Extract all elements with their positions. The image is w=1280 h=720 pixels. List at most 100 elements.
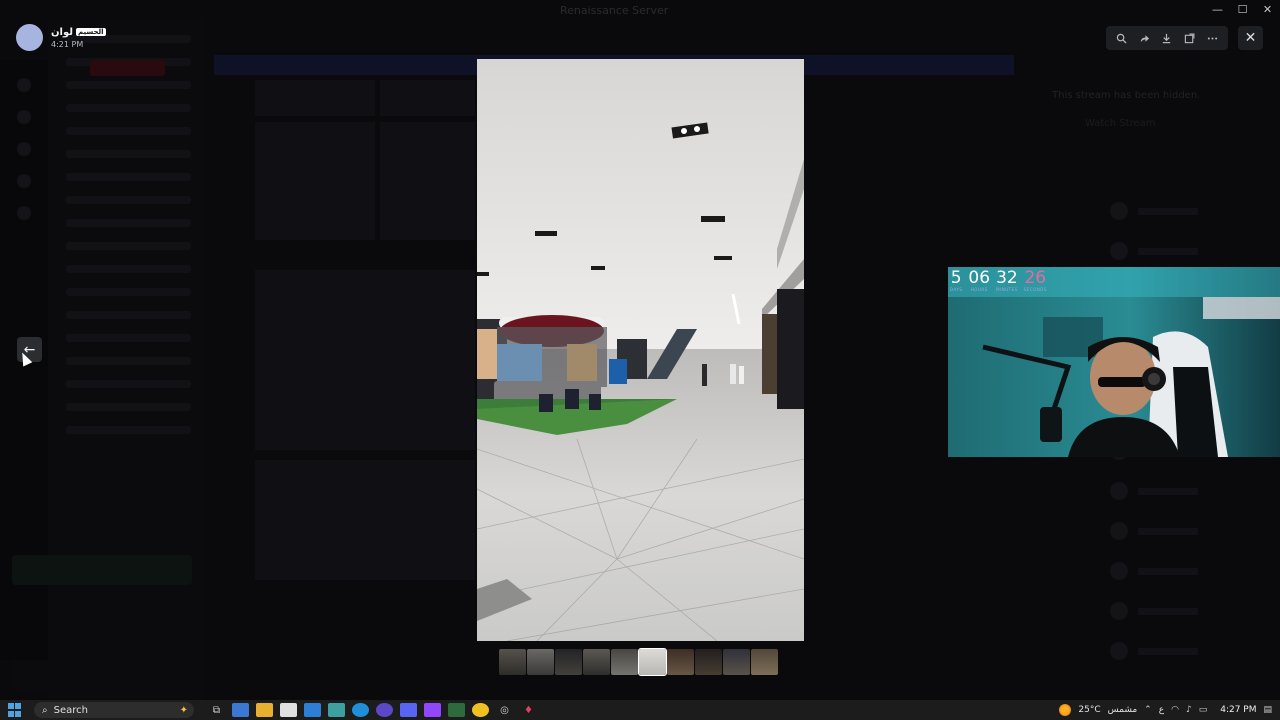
stream-hidden-text: This stream has been hidden. (1052, 90, 1201, 101)
channel-item[interactable] (66, 196, 191, 204)
thumbnail[interactable] (583, 649, 610, 675)
server-icon[interactable] (17, 78, 31, 92)
twitch-icon[interactable] (424, 703, 441, 717)
banner-button[interactable] (90, 60, 165, 76)
server-icon[interactable] (17, 206, 31, 220)
countdown-hours-value: 06 (968, 268, 991, 288)
download-icon[interactable] (1157, 28, 1177, 48)
channel-list (48, 20, 203, 700)
zoom-icon[interactable] (1111, 28, 1131, 48)
thumbnail-active[interactable] (638, 648, 667, 676)
window-close-button[interactable]: ✕ (1255, 0, 1280, 20)
viewer-toolbar (1106, 26, 1228, 50)
countdown-seconds-value: 26 (1024, 268, 1047, 288)
app-icon[interactable] (448, 703, 465, 717)
media-tile[interactable] (255, 270, 475, 450)
search-icon: ⌕ (42, 704, 48, 716)
media-tile[interactable] (380, 122, 475, 240)
uploader-name[interactable]: لوان (51, 27, 73, 38)
thumbnail[interactable] (527, 649, 554, 675)
server-icon[interactable] (17, 142, 31, 156)
obs-icon[interactable]: ◎ (496, 703, 513, 717)
taskbar-search[interactable]: ⌕ Search ✦ (34, 702, 194, 718)
maximize-button[interactable]: ☐ (1230, 0, 1255, 20)
channel-item[interactable] (66, 127, 191, 135)
thumbnail[interactable] (723, 649, 750, 675)
notification-icon[interactable]: ▤ (1263, 705, 1272, 715)
channel-item[interactable] (66, 173, 191, 181)
channel-item[interactable] (66, 288, 191, 296)
thumbnail[interactable] (555, 649, 582, 675)
channel-item[interactable] (66, 219, 191, 227)
channel-item[interactable] (66, 311, 191, 319)
channel-item[interactable] (66, 242, 191, 250)
language-indicator[interactable]: ع (1159, 705, 1164, 715)
media-tile[interactable] (380, 80, 475, 116)
member-item[interactable] (1110, 642, 1280, 660)
channel-item[interactable] (66, 104, 191, 112)
channel-item[interactable] (66, 403, 191, 411)
task-view-icon[interactable]: ⧉ (208, 703, 225, 717)
app-icon[interactable] (376, 703, 393, 717)
copilot-app-icon[interactable] (232, 703, 249, 717)
member-item[interactable] (1110, 202, 1280, 220)
weather-desc[interactable]: مشمس (1108, 705, 1138, 715)
server-icon[interactable] (17, 174, 31, 188)
app-pin-icon[interactable]: ♦ (520, 703, 537, 717)
window-controls: — ☐ ✕ (1205, 0, 1280, 20)
discord-icon[interactable] (400, 703, 417, 717)
watch-stream-button[interactable]: Watch Stream (1085, 118, 1156, 129)
uploader-tag: الحسيم (76, 28, 106, 36)
channel-item[interactable] (66, 426, 191, 434)
weather-temp[interactable]: 25°C (1078, 705, 1100, 715)
media-tile[interactable] (255, 80, 375, 116)
channel-item[interactable] (66, 334, 191, 342)
chevron-up-icon[interactable]: ⌃ (1144, 705, 1152, 715)
member-item[interactable] (1110, 242, 1280, 260)
user-panel (12, 660, 192, 690)
taskbar-apps: ⧉ ◎ ♦ (208, 703, 537, 717)
channel-item[interactable] (66, 150, 191, 158)
thumbnail[interactable] (695, 649, 722, 675)
close-viewer-button[interactable]: ✕ (1238, 26, 1263, 50)
clock[interactable]: 4:27 PM (1220, 705, 1256, 715)
countdown-minutes-value: 32 (996, 268, 1018, 288)
open-external-icon[interactable] (1180, 28, 1200, 48)
uploader-meta: لوان الحسيم 4:21 PM (51, 27, 106, 49)
countdown-hours: 06 HOURS (968, 269, 990, 292)
member-item[interactable] (1110, 522, 1280, 540)
channel-item[interactable] (66, 81, 191, 89)
avatar[interactable] (16, 24, 43, 51)
thumbnail[interactable] (499, 649, 526, 675)
thumbnail[interactable] (667, 649, 694, 675)
windows-start-icon[interactable] (8, 703, 22, 717)
channel-item[interactable] (66, 265, 191, 273)
volume-icon[interactable]: ♪ (1186, 705, 1192, 715)
main-image[interactable] (477, 59, 804, 641)
channel-item[interactable] (66, 357, 191, 365)
copilot-icon[interactable]: ✦ (180, 705, 188, 716)
thumbnail[interactable] (611, 649, 638, 675)
edge-icon[interactable] (352, 703, 369, 717)
forward-icon[interactable] (1134, 28, 1154, 48)
thumbnail[interactable] (751, 649, 778, 675)
store-icon[interactable] (280, 703, 297, 717)
member-item[interactable] (1110, 602, 1280, 620)
wifi-icon[interactable]: ◠ (1171, 705, 1179, 715)
member-item[interactable] (1110, 562, 1280, 580)
app-icon[interactable] (304, 703, 321, 717)
file-explorer-icon[interactable] (256, 703, 273, 717)
app-icon[interactable] (328, 703, 345, 717)
weather-sun-icon[interactable] (1059, 704, 1072, 716)
member-item[interactable] (1110, 482, 1280, 500)
channel-item[interactable] (66, 380, 191, 388)
battery-icon[interactable]: ▭ (1199, 705, 1208, 715)
thumbnail-strip (499, 648, 778, 676)
media-tile[interactable] (255, 122, 375, 240)
more-icon[interactable] (1203, 28, 1223, 48)
media-tile[interactable] (255, 460, 475, 580)
webcam-feed (948, 267, 1280, 457)
minimize-button[interactable]: — (1205, 0, 1230, 20)
chrome-icon[interactable] (472, 703, 489, 717)
server-icon[interactable] (17, 110, 31, 124)
